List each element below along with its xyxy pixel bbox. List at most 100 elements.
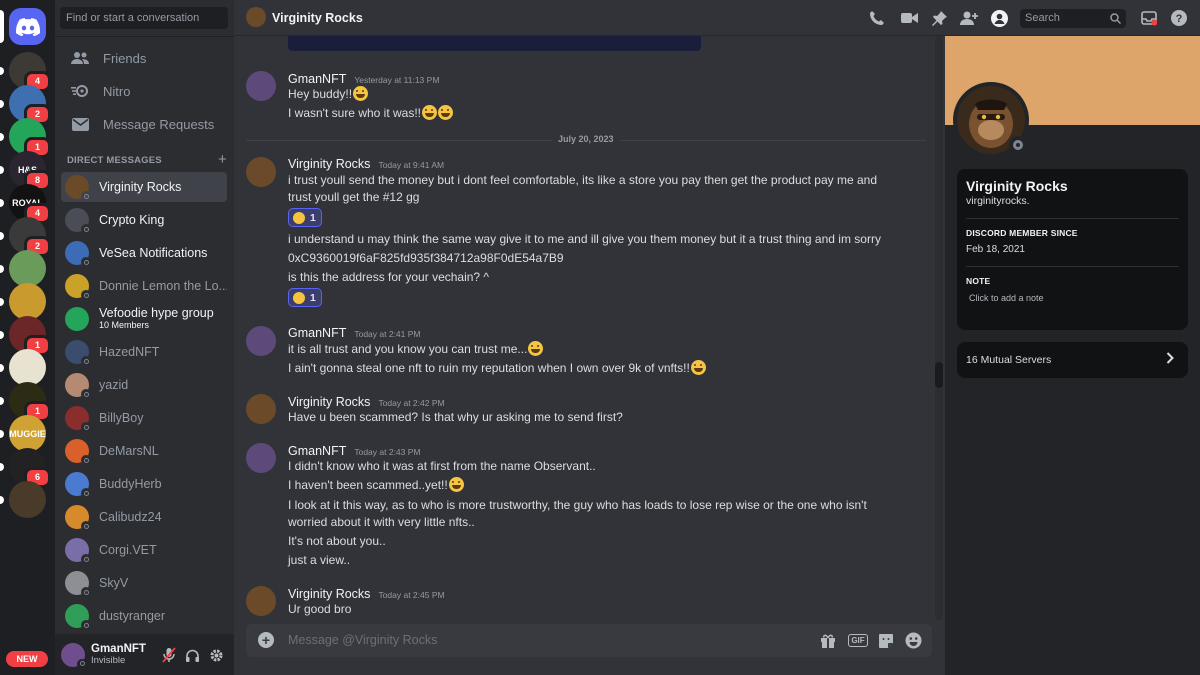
dm-item[interactable]: Corgi.VET <box>61 535 227 565</box>
offline-status-icon <box>81 554 91 564</box>
server-icon-4[interactable]: H&S 8 <box>0 151 51 191</box>
dm-item[interactable]: yazid <box>61 370 227 400</box>
dm-name: BuddyHerb <box>99 477 162 491</box>
profile-avatar[interactable] <box>953 82 1029 158</box>
user-info[interactable]: GmanNFT Invisible <box>91 643 146 667</box>
message-avatar[interactable] <box>246 443 276 473</box>
message-line: Hey buddy!! <box>288 86 898 103</box>
user-profile-toggle-icon[interactable] <box>990 9 1008 27</box>
server-icon-10[interactable] <box>0 349 46 386</box>
dm-name: Donnie Lemon the Lo... <box>99 279 227 293</box>
nav-nitro[interactable]: Nitro <box>61 76 227 106</box>
message-text: i understand u may think the same way gi… <box>288 232 881 246</box>
server-icon-5[interactable]: ROYAL 4 <box>0 184 51 224</box>
reaction-thumbs-up[interactable]: 1 <box>288 288 322 307</box>
offline-status-icon <box>81 620 91 630</box>
note-input[interactable]: Click to add a note <box>966 293 1179 303</box>
server-icon-9[interactable]: 1 <box>0 316 51 356</box>
server-icon-14[interactable] <box>0 481 46 518</box>
message-author[interactable]: Virginity Rocks <box>288 157 370 171</box>
dm-item[interactable]: BillyBoy <box>61 403 227 433</box>
dm-name: Virginity Rocks <box>99 180 182 194</box>
gif-picker-button[interactable]: GIF <box>847 632 869 649</box>
sticker-icon[interactable] <box>877 632 895 649</box>
message-avatar[interactable] <box>246 71 276 101</box>
dm-item[interactable]: SkyV <box>61 568 227 598</box>
message-avatar[interactable] <box>246 157 276 187</box>
message-avatar[interactable] <box>246 586 276 616</box>
dm-item[interactable]: Vefoodie hype group 10 Members <box>61 304 227 334</box>
dm-sidebar: Find or start a conversation Friends Nit… <box>55 0 234 675</box>
nav-message-requests[interactable]: Message Requests <box>61 109 227 139</box>
message-avatar[interactable] <box>246 326 276 356</box>
scrollbar-thumb[interactable] <box>935 362 943 388</box>
server-icon-12[interactable]: SMUGGIES <box>0 415 46 452</box>
dm-name: Crypto King <box>99 213 165 227</box>
message-avatar[interactable] <box>246 394 276 424</box>
message-composer[interactable]: + Message @Virginity Rocks GIF <box>246 624 932 657</box>
dm-item[interactable]: HazedNFT <box>61 337 227 367</box>
rofl-emoji-icon <box>422 105 438 120</box>
headphones-icon[interactable] <box>184 647 200 663</box>
nav-friends[interactable]: Friends <box>61 43 227 73</box>
dm-item[interactable]: Crypto King <box>61 205 227 235</box>
server-rail: NEW 421H&S8ROYAL4211SMUGGIES6 <box>0 0 55 675</box>
dm-item[interactable]: Donnie Lemon the Lo... <box>61 271 227 301</box>
new-badge: NEW <box>6 651 48 667</box>
unread-indicator <box>0 298 4 306</box>
server-icon-13[interactable]: 6 <box>0 448 51 488</box>
message-author[interactable]: GmanNFT <box>288 326 346 340</box>
dm-item[interactable]: Virginity Rocks <box>61 172 227 202</box>
message-author[interactable]: GmanNFT <box>288 444 346 458</box>
emoji-picker-icon[interactable] <box>904 632 922 649</box>
server-icon-3[interactable]: 1 <box>0 118 51 158</box>
help-icon[interactable]: ? <box>1170 9 1188 27</box>
message-timestamp: Yesterday at 11:13 PM <box>354 75 440 85</box>
pinned-messages-icon[interactable] <box>930 9 948 27</box>
message-author[interactable]: Virginity Rocks <box>288 395 370 409</box>
mutual-servers-button[interactable]: 16 Mutual Servers <box>957 342 1188 378</box>
search-input[interactable]: Search <box>1020 9 1126 28</box>
image-embed[interactable] <box>288 36 701 51</box>
unread-indicator <box>0 199 4 207</box>
server-icon-6[interactable]: 2 <box>0 217 51 257</box>
server-icon-8[interactable] <box>0 283 46 320</box>
server-icon-11[interactable]: 1 <box>0 382 51 422</box>
dm-item[interactable]: VeSea Notifications <box>61 238 227 268</box>
user-avatar[interactable] <box>61 642 87 669</box>
date-divider-label: July 20, 2023 <box>552 134 620 144</box>
find-conversation-input[interactable]: Find or start a conversation <box>60 7 228 29</box>
dm-name: SkyV <box>99 576 129 590</box>
create-dm-plus-icon[interactable]: + <box>218 151 227 168</box>
voice-call-icon[interactable] <box>868 9 886 27</box>
dm-name: DeMarsNL <box>99 444 159 458</box>
home-button[interactable] <box>0 8 46 45</box>
dm-item[interactable]: dustyranger <box>61 601 227 631</box>
dm-item[interactable]: BuddyHerb <box>61 469 227 499</box>
server-icon-7[interactable] <box>0 250 46 287</box>
server-icon-1[interactable]: 4 <box>0 52 51 92</box>
dm-avatar <box>65 505 91 531</box>
add-friends-to-dm-icon[interactable] <box>960 9 978 27</box>
video-call-icon[interactable] <box>900 9 918 27</box>
dm-item[interactable]: Calibudz24 <box>61 502 227 532</box>
gift-icon[interactable] <box>819 632 837 649</box>
inbox-icon[interactable] <box>1140 9 1158 27</box>
message-author[interactable]: GmanNFT <box>288 72 346 86</box>
message-author[interactable]: Virginity Rocks <box>288 587 370 601</box>
mute-mic-icon[interactable] <box>161 647 177 663</box>
settings-gear-icon[interactable] <box>208 647 224 663</box>
chat-scrollbar[interactable] <box>935 36 943 620</box>
dm-avatar <box>65 406 91 432</box>
invisible-status-icon <box>77 658 87 669</box>
reaction-rofl[interactable]: 1 <box>288 208 322 227</box>
search-icon <box>1110 13 1121 24</box>
message-timestamp: Today at 2:42 PM <box>378 398 445 408</box>
server-avatar <box>9 349 46 386</box>
dm-item[interactable]: DeMarsNL <box>61 436 227 466</box>
message-text: Have u been scammed? Is that why ur aski… <box>288 410 623 424</box>
server-icon-2[interactable]: 2 <box>0 85 51 125</box>
message-input[interactable]: Message @Virginity Rocks <box>288 633 437 647</box>
dm-member-count: 10 Members <box>99 319 150 330</box>
upload-plus-icon[interactable]: + <box>258 632 274 648</box>
